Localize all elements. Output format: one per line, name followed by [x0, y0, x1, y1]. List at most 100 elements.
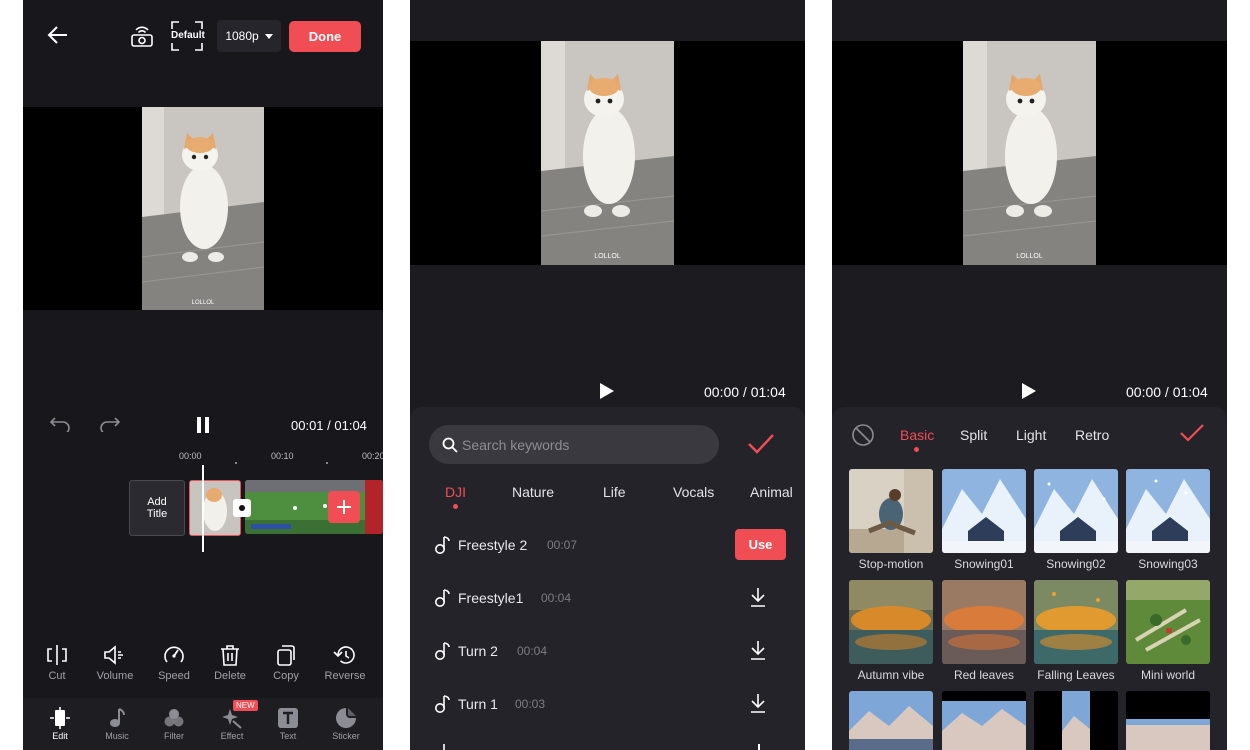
filter-thumb-stop-motion[interactable]: [849, 469, 933, 553]
filter-label: Red leaves: [953, 668, 1015, 682]
editor-screen: Default 1080p Done LOLLOL 00:01 / 01:04: [23, 0, 383, 750]
tab-sticker[interactable]: Sticker: [318, 707, 374, 741]
play-icon[interactable]: [1021, 382, 1037, 400]
transition-button[interactable]: [233, 499, 251, 517]
aspect-ratio-label: Default: [171, 30, 205, 41]
filter-tab-light[interactable]: Light: [1016, 427, 1046, 443]
filter-thumb[interactable]: [1126, 691, 1210, 750]
confirm-check-icon[interactable]: [747, 433, 775, 455]
download-icon[interactable]: [750, 693, 766, 713]
cut-icon: [47, 645, 67, 665]
no-filter-icon[interactable]: [851, 423, 875, 447]
tool-label: Speed: [158, 670, 190, 682]
confirm-check-icon[interactable]: [1179, 423, 1205, 443]
tab-text[interactable]: Text: [260, 707, 316, 741]
filter-label: Snowing01: [954, 557, 1014, 571]
video-frame: LOLLOL: [142, 107, 264, 310]
tab-music[interactable]: Music: [89, 707, 145, 741]
music-track-row[interactable]: Turn 2 00:04: [410, 630, 805, 683]
music-track-row[interactable]: Turn 1 00:03: [410, 683, 805, 736]
playback-time: 00:01 / 01:04: [291, 418, 367, 433]
volume-tool[interactable]: Volume: [90, 644, 140, 682]
track-name: Turn 1: [458, 696, 498, 712]
tab-filter[interactable]: Filter: [146, 707, 202, 741]
category-tab-vocals[interactable]: Vocals: [673, 484, 714, 500]
reverse-tool[interactable]: Reverse: [320, 644, 370, 682]
filter-thumb[interactable]: [942, 691, 1026, 750]
track-duration: 00:04: [541, 591, 572, 605]
track-duration: 00:04: [517, 644, 548, 658]
filter-thumb-autumn-vibe[interactable]: [849, 580, 933, 664]
download-icon[interactable]: [750, 587, 766, 607]
filter-thumb-red-leaves[interactable]: [942, 580, 1026, 664]
music-note-icon: [435, 536, 450, 554]
edit-icon: [50, 707, 70, 729]
active-tab-dot: [453, 504, 458, 509]
category-tab-dji[interactable]: DJI: [445, 484, 466, 500]
track-name: Turn 2: [458, 643, 498, 659]
music-track-row[interactable]: Freestyle 2 00:07 Use: [410, 524, 805, 577]
category-tab-life[interactable]: Life: [603, 484, 626, 500]
tab-label: Music: [105, 731, 129, 741]
undo-icon[interactable]: [49, 416, 71, 432]
filter-thumb-snowing01[interactable]: [942, 469, 1026, 553]
watermark-text: LOLLOL: [1016, 253, 1043, 260]
tab-effect[interactable]: Effect NEW: [204, 700, 260, 741]
aspect-ratio-button[interactable]: Default: [171, 21, 205, 51]
tab-edit[interactable]: Edit: [32, 707, 88, 741]
music-track-row-partial: [434, 742, 446, 750]
download-icon-partial: [758, 744, 760, 750]
copy-icon: [277, 645, 295, 666]
filter-thumb-snowing03[interactable]: [1126, 469, 1210, 553]
delete-tool[interactable]: Delete: [205, 644, 255, 682]
filter-label: Snowing02: [1046, 557, 1106, 571]
copy-tool[interactable]: Copy: [261, 644, 311, 682]
track-duration: 00:03: [515, 697, 546, 711]
active-tab-dot: [914, 447, 919, 452]
music-note-icon: [435, 695, 450, 713]
filter-thumb-falling-leaves[interactable]: [1034, 580, 1118, 664]
filter-thumb[interactable]: [1034, 691, 1118, 750]
ruler-mark: 00:10: [271, 451, 294, 461]
use-button[interactable]: Use: [735, 529, 786, 560]
tab-label: Sticker: [332, 731, 360, 741]
filter-thumb-mini-world[interactable]: [1126, 580, 1210, 664]
music-track-row[interactable]: Freestyle1 00:04: [410, 577, 805, 630]
back-arrow-icon[interactable]: [47, 24, 69, 46]
category-tab-nature[interactable]: Nature: [512, 484, 554, 500]
play-icon[interactable]: [599, 382, 615, 400]
redo-icon[interactable]: [99, 416, 121, 432]
download-icon[interactable]: [750, 640, 766, 660]
filter-tab-split[interactable]: Split: [960, 427, 987, 443]
add-clip-button[interactable]: [328, 491, 360, 523]
done-button[interactable]: Done: [289, 21, 361, 52]
ruler-mark: 00:00: [179, 451, 202, 461]
cut-tool[interactable]: Cut: [32, 644, 82, 682]
filter-tab-basic[interactable]: Basic: [900, 427, 934, 443]
camera-cast-icon[interactable]: [130, 22, 154, 48]
category-tab-animal[interactable]: Animal: [750, 484, 793, 500]
tool-label: Cut: [48, 670, 66, 682]
watermark-text: LOLLOL: [594, 253, 621, 260]
filter-thumb[interactable]: [849, 691, 933, 750]
pause-icon[interactable]: [196, 416, 210, 434]
resolution-value: 1080p: [225, 29, 259, 43]
track-name: Freestyle 2: [458, 537, 528, 553]
filter-label: Mini world: [1140, 668, 1195, 682]
search-input[interactable]: Search keywords: [429, 425, 719, 464]
resolution-select[interactable]: 1080p: [217, 20, 281, 52]
tool-label: Delete: [214, 670, 246, 682]
speed-tool[interactable]: Speed: [149, 644, 199, 682]
music-icon: [110, 708, 125, 727]
filter-thumb-snowing02[interactable]: [1034, 469, 1118, 553]
track-name: Freestyle1: [458, 590, 524, 606]
speed-icon: [164, 646, 184, 663]
tab-label: Text: [279, 731, 297, 741]
timeline-clip[interactable]: [245, 480, 383, 534]
playhead[interactable]: [202, 465, 204, 552]
add-title-button[interactable]: Add Title: [129, 480, 185, 536]
filter-tab-retro[interactable]: Retro: [1075, 427, 1109, 443]
filter-label: Autumn vibe: [857, 668, 925, 682]
tool-label: Reverse: [324, 670, 366, 682]
sticker-icon: [336, 708, 356, 728]
